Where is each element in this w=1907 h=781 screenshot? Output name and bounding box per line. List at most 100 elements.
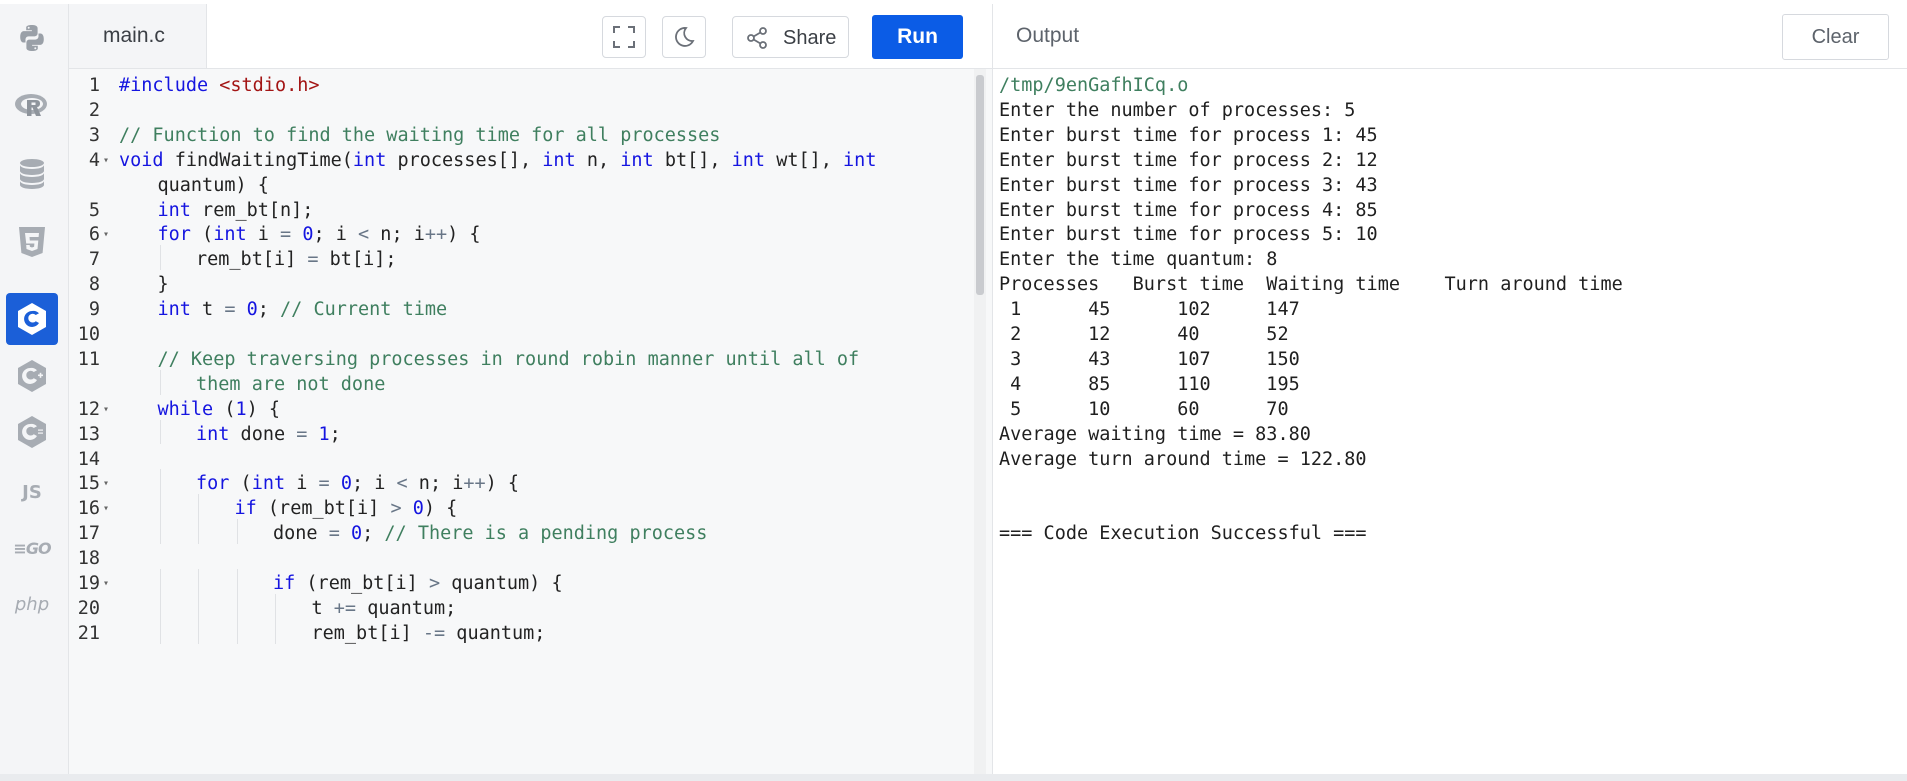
code-token: ) { <box>485 473 520 495</box>
file-tab[interactable]: main.c <box>69 4 207 68</box>
clear-button[interactable]: Clear <box>1782 14 1889 60</box>
line-number: 21 <box>69 619 144 649</box>
code-token: ++ <box>424 224 448 246</box>
output-panel: /tmp/9enGafhICq.o Enter the number of pro… <box>992 69 1907 774</box>
code-line[interactable]: int t = 0; // Current time <box>158 295 448 325</box>
output-line: === Code Execution Successful === <box>999 523 1367 545</box>
sidebar-item-go[interactable]: ≡GO <box>6 522 58 574</box>
code-line[interactable]: rem_bt[i] = bt[i]; <box>196 245 397 275</box>
code-token: ) { <box>423 498 458 520</box>
code-token: done <box>273 523 329 545</box>
indent-guide <box>236 593 238 619</box>
code-token: ( <box>190 224 214 246</box>
code-token: = <box>296 423 308 445</box>
code-token: 0 <box>302 224 314 246</box>
line-number-text: 21 <box>77 622 100 644</box>
code-token: } <box>157 274 169 296</box>
code-token: quantum; <box>445 622 546 644</box>
code-line[interactable]: done = 0; // There is a pending process <box>273 519 707 549</box>
theme-toggle-button[interactable] <box>662 16 706 58</box>
sidebar-item-csharp[interactable] <box>6 406 58 458</box>
sidebar-item-js[interactable]: JS <box>6 466 58 518</box>
code-token: ; i <box>351 473 397 495</box>
code-token: // Function to find the waiting time for… <box>119 124 721 146</box>
indent-guide <box>159 419 161 445</box>
code-token: them are not done <box>196 373 386 395</box>
indent-guide <box>159 569 161 594</box>
code-token: (rem_bt[i] <box>295 573 429 594</box>
fullscreen-icon <box>613 26 635 48</box>
indent-guide <box>198 519 199 545</box>
sidebar-item-php[interactable]: php <box>6 578 58 630</box>
code-token: 0 <box>412 498 424 520</box>
sidebar-item-sql[interactable] <box>6 148 58 200</box>
indent-guide <box>236 618 238 644</box>
code-token: int <box>157 299 191 321</box>
file-tab-label: main.c <box>103 24 165 47</box>
code-token: done <box>229 423 297 445</box>
code-token: n; i <box>369 224 425 246</box>
code-token: quantum) { <box>440 573 563 594</box>
code-token: ; <box>257 299 281 321</box>
code-token: 1 <box>318 423 330 445</box>
code-token: while <box>157 398 214 420</box>
code-token: bt[i]; <box>318 249 397 271</box>
editor-scrollbar-thumb[interactable] <box>976 75 984 295</box>
language-sidebar: JS ≡GO php <box>0 4 69 781</box>
code-line[interactable]: int done = 1; <box>196 420 341 450</box>
top-toolbar: main.c Share Run Output Clear <box>69 4 1907 69</box>
code-token: int <box>157 199 191 221</box>
code-token: = <box>328 523 340 545</box>
code-token: int <box>620 149 654 171</box>
code-line[interactable]: rem_bt[i] -= quantum; <box>312 619 546 649</box>
code-token: ( <box>229 473 252 495</box>
indent-guide <box>275 618 276 644</box>
fullscreen-button[interactable] <box>602 16 646 58</box>
run-button[interactable]: Run <box>872 15 963 59</box>
sidebar-item-cpp[interactable] <box>6 350 58 402</box>
c-icon <box>18 303 46 335</box>
code-token: ++ <box>463 473 486 495</box>
code-editor[interactable]: 1 #include <stdio.h> 2 3// Function to find… <box>69 69 992 774</box>
html5-icon <box>19 227 45 257</box>
share-button[interactable]: Share <box>732 16 849 58</box>
code-token: <stdio.h> <box>219 75 320 96</box>
output-line: Average turn around time = 122.80 <box>999 448 1367 470</box>
code-token: ( <box>213 398 236 420</box>
csharp-icon <box>18 416 46 448</box>
code-token: processes[], <box>386 149 543 171</box>
code-token: = <box>280 224 292 246</box>
code-token: // Current time <box>280 299 448 321</box>
code-token: i <box>285 473 319 495</box>
indent-guide <box>159 369 161 395</box>
go-icon: ≡GO <box>13 538 51 558</box>
bottom-edge <box>0 774 1907 781</box>
code-token: quantum; <box>356 597 457 619</box>
code-token: = <box>318 473 330 495</box>
code-token: t <box>190 299 225 321</box>
code-line[interactable]: #include <stdio.h> <box>119 71 320 101</box>
sidebar-item-python[interactable] <box>6 12 58 64</box>
sidebar-item-r[interactable] <box>6 80 58 132</box>
r-icon <box>15 94 47 116</box>
code-token: 1 <box>235 398 247 420</box>
code-token: ) { <box>447 224 481 246</box>
code-token: ; i <box>313 224 359 246</box>
output-title: Output <box>1016 24 1080 47</box>
database-icon <box>20 159 44 189</box>
indent-guide <box>159 593 161 619</box>
panel-divider <box>992 4 993 68</box>
code-token: < <box>396 473 408 495</box>
code-token: ; <box>362 523 385 545</box>
sidebar-item-c[interactable] <box>6 293 58 345</box>
code-token: quantum) { <box>157 174 269 196</box>
sidebar-item-html[interactable] <box>6 216 58 268</box>
code-token: int <box>843 149 877 171</box>
code-token: for <box>196 473 230 495</box>
